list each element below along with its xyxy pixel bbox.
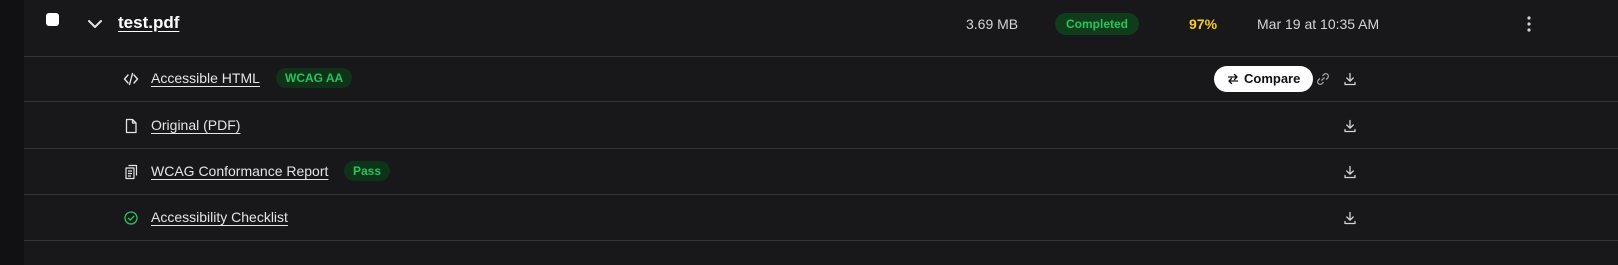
more-options-icon[interactable] <box>1518 13 1540 35</box>
output-link[interactable]: WCAG Conformance Report <box>151 163 328 179</box>
file-size: 3.69 MB <box>966 16 1019 32</box>
row-checkbox[interactable] <box>46 13 59 26</box>
output-row-accessible-html: Accessible HTML WCAG AA Compare <box>24 56 1618 102</box>
download-icon[interactable] <box>1342 164 1358 180</box>
chevron-down-icon[interactable] <box>86 15 104 33</box>
download-icon[interactable] <box>1342 210 1358 226</box>
file-panel: test.pdf 3.69 MB Completed 97% Mar 19 at… <box>24 0 1618 265</box>
file-name-link[interactable]: test.pdf <box>118 13 179 33</box>
report-icon <box>123 164 139 180</box>
status-badge: Completed <box>1055 13 1140 35</box>
accessibility-score: 97% <box>1189 16 1218 32</box>
swap-icon <box>1227 73 1239 85</box>
link-icon[interactable] <box>1315 71 1331 87</box>
file-row[interactable]: test.pdf 3.69 MB Completed 97% Mar 19 at… <box>24 0 1618 57</box>
code-icon <box>123 71 139 87</box>
output-link[interactable]: Accessibility Checklist <box>151 209 288 225</box>
download-icon[interactable] <box>1342 118 1358 134</box>
compare-button[interactable]: Compare <box>1214 66 1314 92</box>
output-link[interactable]: Accessible HTML <box>151 70 260 86</box>
download-icon[interactable] <box>1342 71 1358 87</box>
compare-label: Compare <box>1244 71 1301 86</box>
file-icon <box>123 118 139 134</box>
output-row-wcag-report: WCAG Conformance Report Pass <box>24 149 1618 195</box>
wcag-badge: WCAG AA <box>276 68 353 88</box>
pass-badge: Pass <box>344 161 391 181</box>
output-row-original-pdf: Original (PDF) <box>24 103 1618 149</box>
check-circle-icon <box>123 210 139 226</box>
output-row-checklist: Accessibility Checklist <box>24 195 1618 241</box>
output-link[interactable]: Original (PDF) <box>151 117 240 133</box>
processed-date: Mar 19 at 10:35 AM <box>1257 16 1380 32</box>
